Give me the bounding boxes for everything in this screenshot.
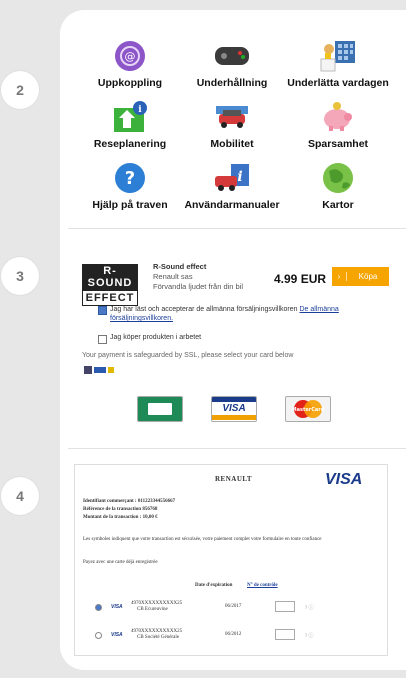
step-3-badge: 3 — [0, 256, 40, 296]
security-icons — [84, 364, 114, 374]
visa-logo: VISA — [222, 403, 246, 414]
renault-brand: RENAULT — [215, 475, 253, 483]
svg-text:?: ? — [125, 168, 135, 189]
svg-text:@: @ — [125, 50, 136, 63]
route-icon: i — [111, 100, 149, 134]
help-icon: ? — [111, 161, 149, 195]
category-everyday[interactable]: Underlätta vardagen — [282, 32, 394, 93]
step-4-badge: 4 — [0, 476, 40, 516]
work-purchase-checkbox[interactable] — [98, 335, 107, 344]
calendar-icon — [319, 39, 357, 73]
globe-icon — [319, 161, 357, 195]
payment-form-preview: RENAULT VISA Identifiant commerçant : 01… — [74, 464, 388, 656]
category-user-manuals[interactable]: i Användarmanualer — [182, 154, 282, 215]
section-divider — [68, 228, 406, 229]
svg-text:i: i — [138, 105, 142, 115]
saved-card-row[interactable]: VISA 4970XXXXXXXXXX25 CB Société Général… — [95, 629, 375, 643]
saved-card-row[interactable]: VISA 4970XXXXXXXXXX25 CB Ecureuvine 06/2… — [95, 601, 375, 615]
terms-checkbox-row[interactable]: Jag har läst och accepterar de allmänna … — [98, 305, 383, 323]
piggy-bank-icon — [319, 100, 357, 134]
svg-text:MasterCard: MasterCard — [292, 407, 325, 413]
product-title: R-Sound effect — [153, 262, 207, 271]
section-divider — [68, 448, 406, 449]
terms-checkbox[interactable] — [98, 306, 107, 315]
card-radio[interactable] — [95, 604, 102, 611]
cvv-input[interactable] — [275, 629, 295, 640]
chevron-right-icon: › — [332, 272, 347, 281]
category-mobility[interactable]: Mobilitet — [182, 93, 282, 154]
visa-card-option[interactable]: VISA — [211, 396, 257, 422]
manual-icon: i — [213, 161, 251, 195]
cvv-input[interactable] — [275, 601, 295, 612]
info-icon: ? ⓘ — [305, 606, 314, 611]
category-maps[interactable]: Kartor — [282, 154, 394, 215]
buy-button[interactable]: › Köpa — [332, 267, 389, 286]
card-radio[interactable] — [95, 632, 102, 639]
car-icon — [213, 100, 251, 134]
mastercard-icon: MasterCard — [292, 400, 325, 418]
connection-icon: @ — [111, 39, 149, 73]
gamepad-icon — [213, 39, 251, 73]
category-savings[interactable]: Sparsamhet — [282, 93, 394, 154]
product-info: R-Sound effect Renault sas Förvandla lju… — [153, 262, 243, 292]
mastercard-option[interactable]: MasterCard — [285, 396, 331, 422]
product-description: Förvandla ljudet från din bil — [153, 282, 244, 291]
ssl-notice: Your payment is safeguarded by SSL, plea… — [82, 352, 294, 359]
category-help[interactable]: ? Hjälp på traven — [78, 154, 182, 215]
lock-icon — [84, 366, 114, 374]
visa-brand: VISA — [325, 471, 363, 488]
r-sound-logo: R-SOUND EFFECT — [82, 264, 138, 306]
category-connection[interactable]: @ Uppkoppling — [78, 32, 182, 93]
cb-card-icon — [148, 403, 172, 415]
svg-text:i: i — [237, 169, 242, 185]
product-vendor: Renault sas — [153, 272, 193, 281]
info-icon: ? ⓘ — [305, 634, 314, 639]
app-category-grid: @ Uppkoppling Underhållning Underlätta v… — [78, 32, 406, 215]
category-route-planning[interactable]: i Reseplanering — [78, 93, 182, 154]
step-2-badge: 2 — [0, 70, 40, 110]
work-purchase-row[interactable]: Jag köper produkten i arbetet — [98, 334, 201, 344]
category-entertainment[interactable]: Underhållning — [182, 32, 282, 93]
cb-card-option[interactable] — [137, 396, 183, 422]
product-price: 4.99 EUR — [274, 272, 327, 286]
